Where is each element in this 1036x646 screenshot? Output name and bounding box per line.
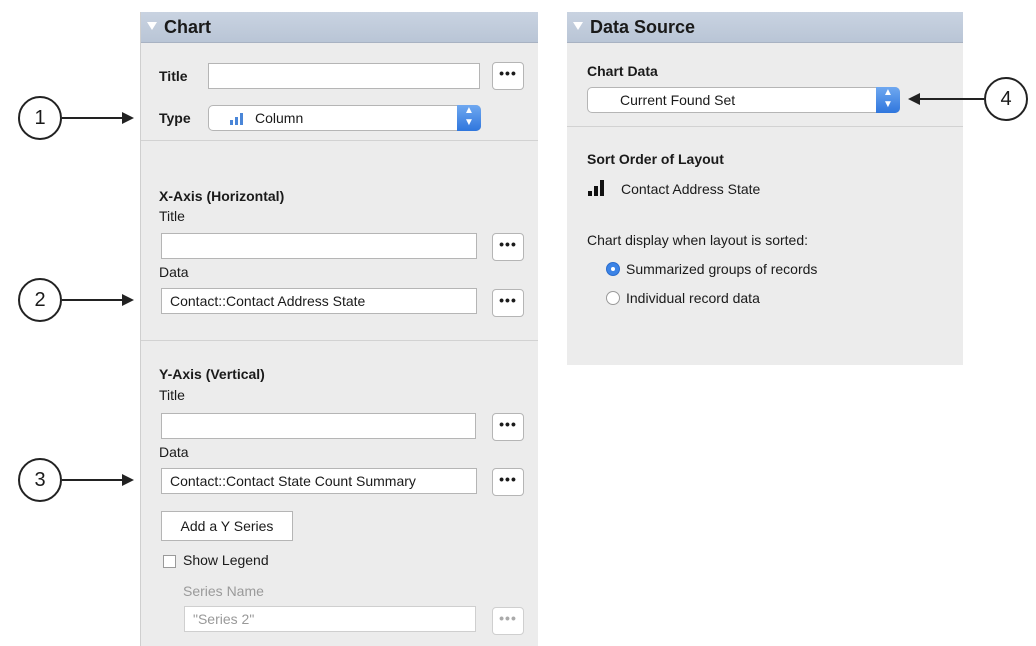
y-axis-heading: Y-Axis (Vertical) <box>159 366 265 382</box>
y-axis-title-label: Title <box>159 387 185 403</box>
x-axis-heading: X-Axis (Horizontal) <box>159 188 285 204</box>
x-axis-data-field[interactable]: Contact::Contact Address State <box>161 288 477 314</box>
section-divider <box>141 340 538 341</box>
data-source-panel-header[interactable]: Data Source <box>567 12 963 43</box>
chart-data-popup[interactable]: Current Found Set ▲ ▼ <box>587 87 900 113</box>
chart-panel-header[interactable]: Chart <box>141 12 538 43</box>
column-chart-icon <box>230 113 243 125</box>
summarized-groups-label: Summarized groups of records <box>626 261 818 277</box>
callout-arrow-line <box>62 117 122 119</box>
chart-title-field[interactable] <box>208 63 480 89</box>
callout-number-3: 3 <box>18 458 62 502</box>
sort-field-label: Contact Address State <box>621 181 761 197</box>
data-source-panel: Data Source Chart Data Current Found Set… <box>567 12 963 365</box>
callout-arrow-line <box>918 98 984 100</box>
x-axis-title-label: Title <box>159 208 185 224</box>
disclosure-triangle-icon[interactable] <box>147 22 157 30</box>
section-divider <box>567 126 963 127</box>
y-axis-title-calc-button[interactable]: ••• <box>492 413 524 441</box>
show-legend-checkbox[interactable] <box>163 555 176 568</box>
chart-panel-title: Chart <box>164 17 212 37</box>
disclosure-triangle-icon[interactable] <box>573 22 583 30</box>
x-axis-data-label: Data <box>159 264 189 280</box>
arrow-right-icon <box>122 294 134 306</box>
y-axis-data-field[interactable]: Contact::Contact State Count Summary <box>161 468 477 494</box>
callout-arrow-line <box>62 299 122 301</box>
data-source-panel-title: Data Source <box>590 17 696 37</box>
display-when-sorted-label: Chart display when layout is sorted: <box>587 232 808 248</box>
chart-title-label: Title <box>159 68 188 84</box>
callout-number-1: 1 <box>18 96 62 140</box>
chart-title-calc-button[interactable]: ••• <box>492 62 524 90</box>
chart-type-label: Type <box>159 110 191 126</box>
x-axis-data-calc-button[interactable]: ••• <box>492 289 524 317</box>
series-name-field[interactable]: "Series 2" <box>184 606 476 632</box>
series-name-calc-button[interactable]: ••• <box>492 607 524 635</box>
callout-arrow-line <box>62 479 122 481</box>
x-axis-title-field[interactable] <box>161 233 477 259</box>
individual-record-label: Individual record data <box>626 290 760 306</box>
individual-record-radio[interactable] <box>606 291 620 305</box>
callout-number-4: 4 <box>984 77 1028 121</box>
y-axis-data-label: Data <box>159 444 189 460</box>
y-axis-title-field[interactable] <box>161 413 476 439</box>
callout-number-2: 2 <box>18 278 62 322</box>
add-y-series-button[interactable]: Add a Y Series <box>161 511 293 541</box>
series-name-label: Series Name <box>183 583 264 599</box>
section-divider <box>141 140 538 141</box>
chart-data-value: Current Found Set <box>620 92 736 108</box>
summarized-groups-radio[interactable] <box>606 262 620 276</box>
chart-data-label: Chart Data <box>587 63 658 79</box>
arrow-right-icon <box>122 474 134 486</box>
chart-type-value: Column <box>255 110 304 126</box>
chart-type-popup[interactable]: Column ▲ ▼ <box>208 105 481 131</box>
up-down-stepper-icon: ▲ ▼ <box>876 87 900 113</box>
chart-panel: Chart Title ••• Type Column ▲ ▼ X-Axis (H… <box>140 12 538 646</box>
arrow-right-icon <box>122 112 134 124</box>
y-axis-data-calc-button[interactable]: ••• <box>492 468 524 496</box>
up-down-stepper-icon: ▲ ▼ <box>457 105 481 131</box>
bar-chart-icon <box>588 180 604 196</box>
x-axis-title-calc-button[interactable]: ••• <box>492 233 524 261</box>
sort-order-label: Sort Order of Layout <box>587 151 724 167</box>
show-legend-label: Show Legend <box>183 552 269 568</box>
